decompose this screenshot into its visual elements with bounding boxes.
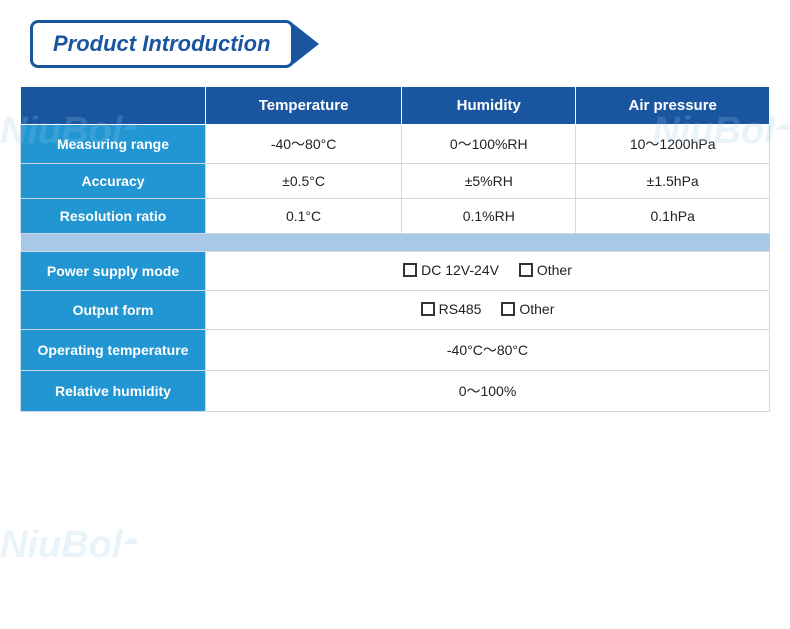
title-box: Product Introduction: [30, 20, 294, 68]
accuracy-temp: ±0.5°C: [206, 164, 402, 199]
product-table: Temperature Humidity Air pressure Measur…: [20, 86, 770, 412]
table-row-output: Output form RS485 Other: [21, 291, 770, 330]
measuring-temp: -40～80°C: [206, 125, 402, 164]
checkbox-rs485: RS485: [421, 301, 482, 317]
resolution-pressure: 0.1hPa: [576, 199, 770, 234]
table-row-power-supply: Power supply mode DC 12V-24V Other: [21, 252, 770, 291]
other-output-label: Other: [519, 301, 554, 317]
power-supply-value: DC 12V-24V Other: [206, 252, 770, 291]
resolution-temp: 0.1°C: [206, 199, 402, 234]
checkbox-rs485-icon: [421, 302, 435, 316]
checkbox-other-power: Other: [519, 262, 572, 278]
checkbox-other-output: Other: [501, 301, 554, 317]
label-accuracy: Accuracy: [21, 164, 206, 199]
checkbox-other-output-icon: [501, 302, 515, 316]
label-op-temp: Operating temperature: [21, 330, 206, 371]
page-title: Product Introduction: [53, 31, 271, 57]
label-power-supply: Power supply mode: [21, 252, 206, 291]
op-temp-value: -40°C～80°C: [206, 330, 770, 371]
table-header-row: Temperature Humidity Air pressure: [21, 87, 770, 125]
measuring-humidity: 0～100%RH: [402, 125, 576, 164]
accuracy-pressure: ±1.5hPa: [576, 164, 770, 199]
accuracy-humidity: ±5%RH: [402, 164, 576, 199]
output-value: RS485 Other: [206, 291, 770, 330]
checkbox-dc: DC 12V-24V: [403, 262, 499, 278]
header-temperature: Temperature: [206, 87, 402, 125]
page-wrapper: NiuBol☁ NiuBol☁ NiuBol☁ Product Introduc…: [0, 0, 790, 629]
header-pressure: Air pressure: [576, 87, 770, 125]
table-row-accuracy: Accuracy ±0.5°C ±5%RH ±1.5hPa: [21, 164, 770, 199]
rs485-label: RS485: [439, 301, 482, 317]
spacer-cell: [21, 234, 770, 252]
table-row-measuring: Measuring range -40～80°C 0～100%RH 10～120…: [21, 125, 770, 164]
measuring-pressure: 10～1200hPa: [576, 125, 770, 164]
label-resolution: Resolution ratio: [21, 199, 206, 234]
table-row-op-temp: Operating temperature -40°C～80°C: [21, 330, 770, 371]
label-measuring-range: Measuring range: [21, 125, 206, 164]
title-section: Product Introduction: [20, 20, 770, 68]
header-blank: [21, 87, 206, 125]
spacer-row: [21, 234, 770, 252]
checkbox-dc-icon: [403, 263, 417, 277]
header-humidity: Humidity: [402, 87, 576, 125]
rel-humidity-value: 0～100%: [206, 371, 770, 412]
watermark-bottom-left: NiuBol☁: [0, 514, 138, 569]
title-arrow-decoration: [291, 22, 319, 66]
resolution-humidity: 0.1%RH: [402, 199, 576, 234]
dc-label: DC 12V-24V: [421, 262, 499, 278]
table-row-resolution: Resolution ratio 0.1°C 0.1%RH 0.1hPa: [21, 199, 770, 234]
other-power-label: Other: [537, 262, 572, 278]
table-row-rel-humidity: Relative humidity 0～100%: [21, 371, 770, 412]
label-output: Output form: [21, 291, 206, 330]
label-rel-humidity: Relative humidity: [21, 371, 206, 412]
checkbox-other-power-icon: [519, 263, 533, 277]
